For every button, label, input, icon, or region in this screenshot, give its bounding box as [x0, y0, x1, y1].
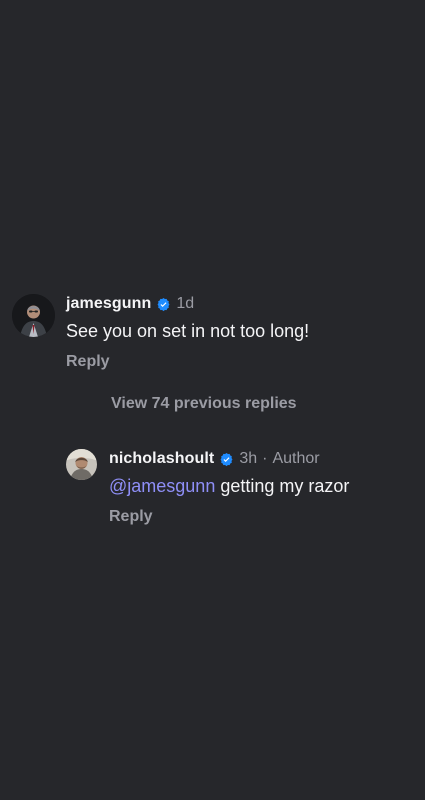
reply-comment: nicholashoult 3h · Author @jamesgunn get… [0, 0, 425, 540]
nicholashoult-avatar[interactable] [66, 449, 97, 480]
reply-timestamp: 3h [239, 450, 258, 467]
user-mention-link[interactable]: @jamesgunn [109, 476, 215, 496]
user-avatar-icon [66, 449, 97, 480]
verified-badge-icon [219, 452, 234, 467]
reply-body: getting my razor [215, 476, 350, 496]
reply-meta: nicholashoult 3h · Author [109, 449, 320, 469]
reply-button[interactable]: Reply [109, 507, 153, 527]
author-tag: Author [272, 450, 320, 467]
reply-text: @jamesgunn getting my razor [109, 475, 349, 497]
username[interactable]: nicholashoult [109, 449, 214, 469]
meta-separator: · [262, 450, 268, 467]
comment-thread-screen: jamesgunn 1d See you on set in not too l… [0, 0, 425, 800]
